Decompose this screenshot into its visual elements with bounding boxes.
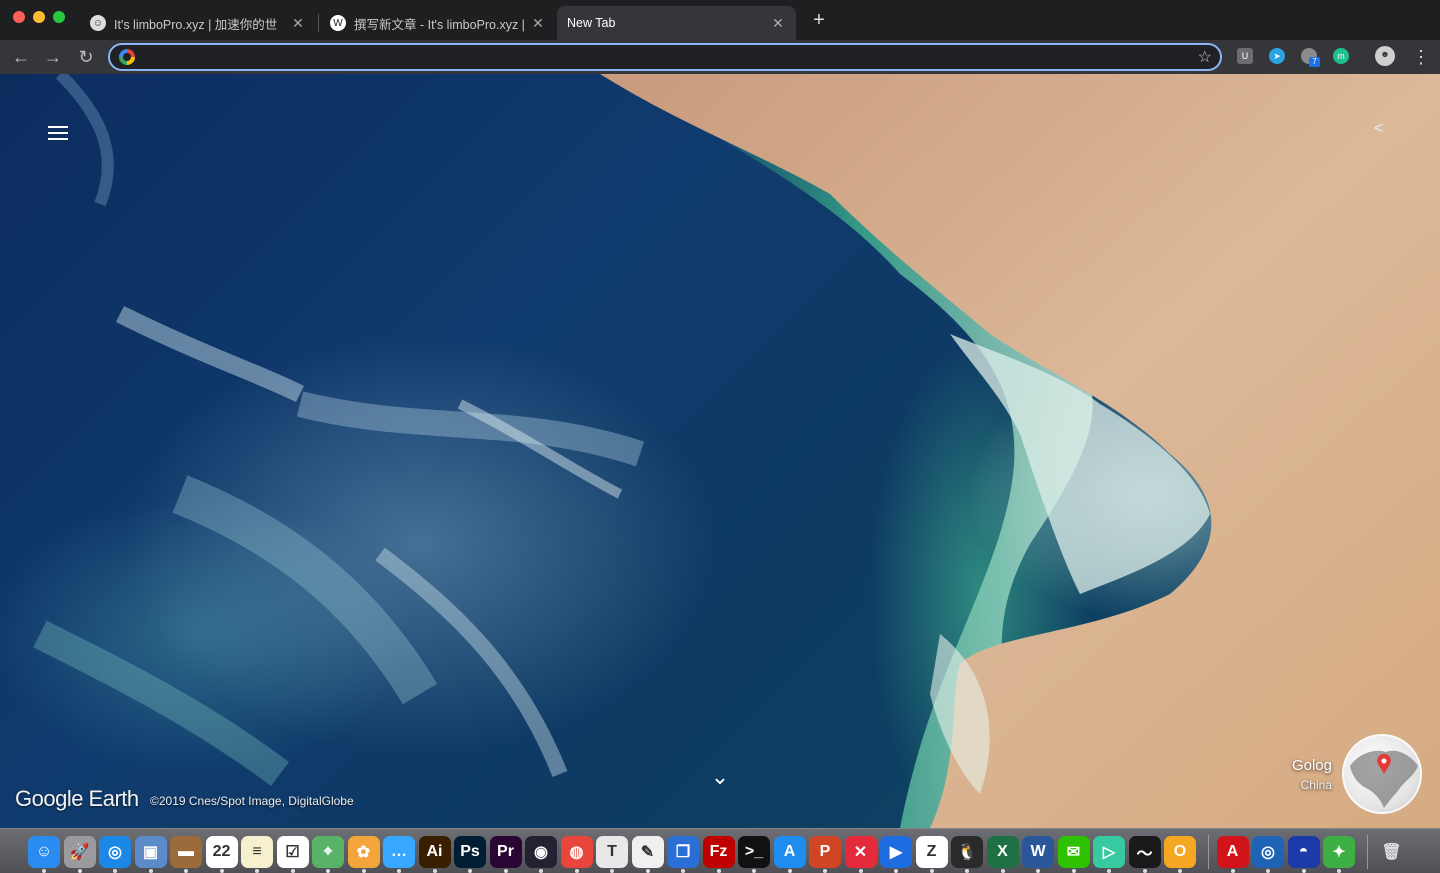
- terminal-icon[interactable]: >_: [738, 836, 770, 873]
- chevron-down-icon[interactable]: ⌄: [708, 764, 732, 789]
- vpn-icon[interactable]: O: [1164, 836, 1196, 873]
- messages-icon[interactable]: …: [383, 836, 415, 873]
- place-country: China: [1300, 778, 1332, 792]
- xmind-icon[interactable]: ✕: [844, 836, 877, 873]
- launchpad-icon[interactable]: 🚀: [63, 836, 96, 873]
- camera-icon[interactable]: ◉: [525, 836, 557, 873]
- macos-dock: ☺ 🚀 ◎ ▣ ▬ 22 ≡ ☑ ⌖ ✿… Ai Ps Pr ◉ ◍ T ✎ ❐ Fz >_ A P ✕ ▶ Z 🐧 X W ✉ ▷ 〜 O A…: [0, 828, 1440, 873]
- activity-icon[interactable]: 〜: [1128, 836, 1161, 873]
- place-name: Golog: [1291, 757, 1332, 774]
- proxy-icon[interactable]: ◎: [1252, 836, 1284, 873]
- tab-title: It's limboPro.xyz | 加速你的世: [114, 17, 278, 32]
- site-favicon-icon: ☺: [90, 15, 106, 31]
- notes-icon[interactable]: ≡: [241, 836, 273, 873]
- bookmark-star-icon[interactable]: ☆: [1198, 47, 1212, 67]
- globe-location-button[interactable]: [1342, 734, 1422, 814]
- google-earth-logo[interactable]: Google Earth: [15, 786, 139, 812]
- powerpoint-icon[interactable]: P: [809, 836, 841, 873]
- tab-write-article[interactable]: W 撰写新文章 - It's limboPro.xyz | ✕: [320, 6, 556, 40]
- qq-icon[interactable]: 🐧: [951, 836, 983, 873]
- safari-icon[interactable]: ◎: [99, 836, 131, 873]
- wordpress-icon: W: [330, 15, 346, 31]
- trash-icon[interactable]: 🗑: [1376, 836, 1408, 868]
- typora-icon[interactable]: T: [596, 836, 628, 873]
- chrome-menu-icon[interactable]: ⋮: [1412, 46, 1430, 68]
- photoshop-icon[interactable]: Ps: [454, 836, 486, 873]
- dock-separator: [1366, 835, 1368, 869]
- new-tab-button[interactable]: +: [808, 9, 830, 31]
- profile-avatar[interactable]: ☻: [1375, 46, 1395, 66]
- close-tab-icon[interactable]: ✕: [770, 15, 786, 32]
- excel-icon[interactable]: X: [986, 836, 1019, 873]
- address-input[interactable]: [142, 48, 1182, 66]
- acrobat-icon[interactable]: A: [1216, 836, 1249, 873]
- tab-divider: [318, 14, 319, 32]
- telegram-icon[interactable]: ➤: [1269, 48, 1285, 64]
- tab-limbopro[interactable]: ☺ It's limboPro.xyz | 加速你的世 ✕: [80, 6, 316, 40]
- reload-icon[interactable]: ↻: [75, 46, 97, 68]
- close-tab-icon[interactable]: ✕: [530, 15, 546, 32]
- word-icon[interactable]: W: [1022, 836, 1054, 873]
- momentum-icon[interactable]: m: [1333, 48, 1349, 64]
- globe-map-icon: [1350, 750, 1418, 808]
- iina-icon[interactable]: ▷: [1093, 836, 1125, 873]
- tab-title: New Tab: [567, 16, 616, 30]
- ublock-shield-icon[interactable]: U: [1237, 48, 1253, 64]
- chrome-icon[interactable]: ◍: [560, 836, 593, 873]
- preview-icon[interactable]: ▣: [134, 836, 167, 873]
- tab-title: 撰写新文章 - It's limboPro.xyz |: [354, 17, 524, 32]
- premiere-icon[interactable]: Pr: [489, 836, 522, 873]
- screens-icon[interactable]: ❐: [667, 836, 699, 873]
- illustrator-icon[interactable]: Ai: [418, 836, 451, 873]
- main-menu-icon[interactable]: [48, 126, 68, 140]
- wechat-icon[interactable]: ✉: [1057, 836, 1090, 873]
- imagery-credit: ©2019 Cnes/Spot Image, DigitalGlobe: [150, 794, 354, 808]
- notefile-icon[interactable]: ▬: [170, 836, 202, 873]
- photos-icon[interactable]: ✿: [347, 836, 380, 873]
- dock-apps: ☺ 🚀 ◎ ▣ ▬ 22 ≡ ☑ ⌖ ✿… Ai Ps Pr ◉ ◍ T ✎ ❐ Fz >_ A P ✕ ▶ Z 🐧 X W ✉ ▷ 〜 O A…: [28, 832, 1411, 873]
- tab-new-tab[interactable]: New Tab ✕: [557, 6, 796, 40]
- zotero-icon[interactable]: Z: [915, 836, 948, 873]
- google-earth-view: < Google Earth ©2019 Cnes/Spot Image, Di…: [0, 74, 1440, 828]
- thermo-icon[interactable]: ◓: [1287, 836, 1320, 873]
- back-arrow-icon[interactable]: ←: [10, 46, 32, 68]
- extension-badge: 7: [1309, 57, 1320, 67]
- tab-strip: ☺ It's limboPro.xyz | 加速你的世 ✕ W 撰写新文章 - …: [0, 0, 1440, 40]
- finder-icon[interactable]: ☺: [28, 836, 60, 873]
- browser-toolbar: ← → ↻ ☆ U ➤ 7 m ☻ ⋮: [0, 40, 1440, 74]
- reminders-icon[interactable]: ☑: [276, 836, 309, 873]
- satellite-image: [33, 74, 1440, 828]
- music-icon[interactable]: ✦: [1323, 836, 1355, 873]
- extension-cloud-icon[interactable]: 7: [1301, 48, 1320, 67]
- infuse-icon[interactable]: ▶: [880, 836, 912, 873]
- close-window-button[interactable]: [13, 11, 25, 23]
- share-icon[interactable]: <: [1374, 120, 1383, 138]
- forward-arrow-icon[interactable]: →: [42, 46, 64, 68]
- google-g-icon: [119, 49, 135, 65]
- close-tab-icon[interactable]: ✕: [290, 15, 306, 32]
- filezilla-icon[interactable]: Fz: [702, 836, 735, 873]
- maps-icon[interactable]: ⌖: [312, 836, 344, 873]
- zoom-window-button[interactable]: [53, 11, 65, 23]
- address-bar[interactable]: ☆: [108, 43, 1222, 71]
- calendar-icon[interactable]: 22: [205, 836, 238, 873]
- dock-separator: [1207, 835, 1209, 869]
- appstore-icon[interactable]: A: [773, 836, 806, 873]
- minimize-window-button[interactable]: [33, 11, 45, 23]
- textedit-icon[interactable]: ✎: [631, 836, 664, 873]
